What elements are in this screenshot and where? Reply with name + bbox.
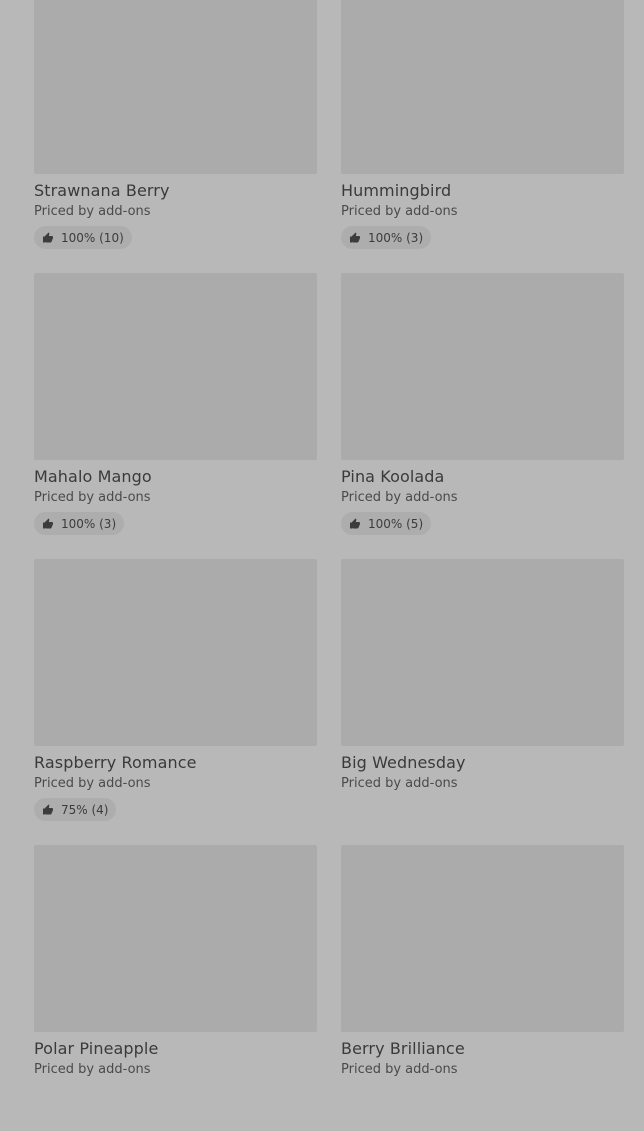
- game-card[interactable]: Berry Brilliance Priced by add-ons: [341, 845, 624, 1131]
- game-title[interactable]: Hummingbird: [341, 181, 624, 201]
- rating-text: 100% (10): [61, 230, 124, 245]
- game-thumbnail[interactable]: [341, 0, 624, 174]
- game-thumbnail[interactable]: [341, 845, 624, 1032]
- rating-text: 75% (4): [61, 802, 109, 817]
- game-card[interactable]: Polar Pineapple Priced by add-ons: [34, 845, 317, 1131]
- game-title[interactable]: Pina Koolada: [341, 467, 624, 487]
- game-title[interactable]: Big Wednesday: [341, 753, 624, 773]
- thumbs-up-icon: [43, 232, 53, 242]
- game-title[interactable]: Polar Pineapple: [34, 1039, 317, 1059]
- rating-badge: 75% (4): [34, 798, 117, 821]
- rating-badge: 100% (5): [341, 512, 432, 535]
- game-title[interactable]: Berry Brilliance: [341, 1039, 624, 1059]
- game-title[interactable]: Raspberry Romance: [34, 753, 317, 773]
- game-thumbnail[interactable]: [34, 845, 317, 1032]
- game-price: Priced by add-ons: [341, 204, 458, 219]
- game-thumbnail[interactable]: [341, 273, 624, 460]
- game-thumbnail[interactable]: [34, 273, 317, 460]
- game-price: Priced by add-ons: [34, 776, 151, 791]
- thumbs-up-icon: [350, 232, 360, 242]
- game-card[interactable]: Hummingbird Priced by add-ons 100% (3): [341, 0, 624, 273]
- game-price: Priced by add-ons: [341, 490, 458, 505]
- game-thumbnail[interactable]: [341, 559, 624, 746]
- game-price: Priced by add-ons: [34, 1062, 151, 1077]
- game-title[interactable]: Strawnana Berry: [34, 181, 317, 201]
- game-card[interactable]: Big Wednesday Priced by add-ons: [341, 559, 624, 845]
- game-grid: Strawnana Berry Priced by add-ons 100% (…: [34, 0, 624, 1131]
- game-price: Priced by add-ons: [34, 204, 151, 219]
- rating-text: 100% (3): [368, 230, 424, 245]
- rating-badge: 100% (3): [34, 512, 125, 535]
- rating-badge: 100% (10): [34, 226, 132, 249]
- game-price: Priced by add-ons: [341, 1062, 458, 1077]
- rating-text: 100% (5): [368, 516, 424, 531]
- thumbs-up-icon: [43, 518, 53, 528]
- game-card[interactable]: Mahalo Mango Priced by add-ons 100% (3): [34, 273, 317, 559]
- game-thumbnail[interactable]: [34, 559, 317, 746]
- game-price: Priced by add-ons: [34, 490, 151, 505]
- game-card[interactable]: Pina Koolada Priced by add-ons 100% (5): [341, 273, 624, 559]
- thumbs-up-icon: [43, 804, 53, 814]
- thumbs-up-icon: [350, 518, 360, 528]
- game-card[interactable]: Raspberry Romance Priced by add-ons 75% …: [34, 559, 317, 845]
- rating-text: 100% (3): [61, 516, 117, 531]
- rating-badge: 100% (3): [341, 226, 432, 249]
- game-price: Priced by add-ons: [341, 776, 458, 791]
- game-thumbnail[interactable]: [34, 0, 317, 174]
- game-title[interactable]: Mahalo Mango: [34, 467, 317, 487]
- game-card[interactable]: Strawnana Berry Priced by add-ons 100% (…: [34, 0, 317, 273]
